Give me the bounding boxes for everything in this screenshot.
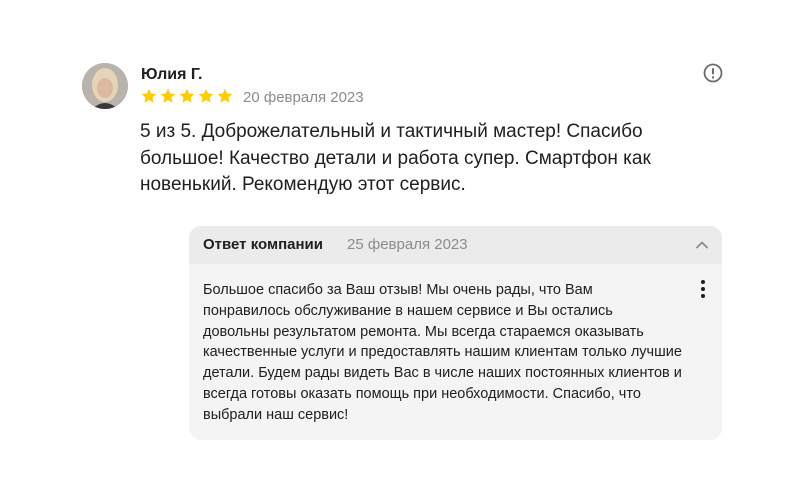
company-reply-body: Большое спасибо за Ваш отзыв! Мы очень р… [189,264,722,440]
review-text: 5 из 5. Доброжелательный и тактичный мас… [140,121,651,195]
avatar[interactable] [82,63,128,109]
company-reply-date: 25 февраля 2023 [347,236,468,253]
review-author[interactable]: Юлия Г. [141,66,202,84]
exclamation-circle-icon[interactable] [702,62,724,84]
company-reply-title: Ответ компании [203,236,323,253]
avatar-photo [82,63,128,109]
company-reply-text: Большое спасибо за Ваш отзыв! Мы очень р… [203,282,682,423]
chevron-up-icon[interactable] [694,237,710,253]
rating-stars [140,87,234,105]
review-date: 20 февраля 2023 [243,89,364,106]
star-icon [160,88,176,103]
star-icon [217,88,233,103]
star-icon [141,88,157,103]
star-icon [198,88,214,103]
company-reply-header[interactable]: Ответ компании 25 февраля 2023 [189,226,722,264]
star-icon [179,88,195,103]
more-vertical-icon[interactable] [694,278,712,300]
